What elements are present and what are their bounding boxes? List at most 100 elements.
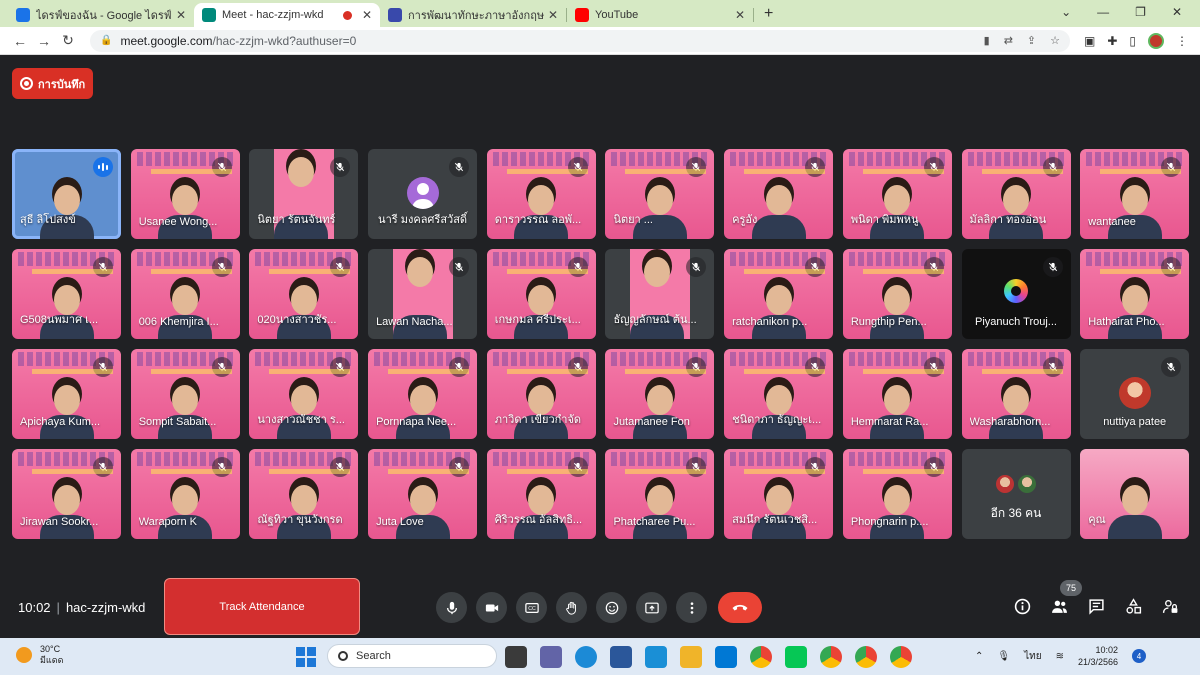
translate-icon[interactable]: ⇄ [1004,34,1013,47]
word-icon[interactable] [610,646,632,668]
participant-tile[interactable]: นารี มงคลศรีสวัสดิ์ [368,149,478,239]
emoji-button[interactable] [596,592,627,623]
new-tab-button[interactable]: + [754,5,783,27]
minimize-button[interactable]: — [1097,5,1109,19]
participant-tile[interactable]: พนิดา พิมพหนู [842,149,952,239]
leave-call-button[interactable] [718,592,762,623]
participant-tile[interactable]: Pornnapa Nee... [368,349,478,439]
taskbar-clock[interactable]: 10:02 21/3/2566 [1078,644,1118,668]
participant-tile[interactable]: อีก 36 คน [961,449,1071,539]
participant-tile[interactable]: ธัญญลักษณ์ ต้น... [605,249,715,339]
extension-icon[interactable]: ▣ [1084,34,1095,48]
participant-tile[interactable]: ภาวิดา เขียวกำจัด [486,349,596,439]
participant-tile[interactable]: ณัฐทิวา ขุนวังกรด [249,449,359,539]
close-tab-icon[interactable]: ✕ [362,8,372,22]
taskbar-search[interactable]: Search [327,644,497,668]
raise-hand-button[interactable] [556,592,587,623]
tab-search-icon[interactable]: ⌄ [1061,5,1071,19]
participant-tile[interactable]: Juta Love [368,449,478,539]
chat-button[interactable] [1086,596,1107,617]
browser-tab[interactable]: การพัฒนาทักษะภาษาอังกฤษ English ✕ [380,3,566,27]
browser-tab[interactable]: ไดรฟ์ของฉัน - Google ไดรฟ์ ✕ [8,3,194,27]
host-controls-button[interactable] [1160,596,1181,617]
present-screen-button[interactable] [636,592,667,623]
notification-badge[interactable]: 4 [1132,649,1147,663]
participant-tile[interactable]: Phongnarin p.... [842,449,952,539]
browser-tab[interactable]: Meet - hac-zzjm-wkd ✕ [194,3,380,27]
participant-tile[interactable]: Waraporn K [130,449,240,539]
l-app-icon[interactable] [645,646,667,668]
participant-tile[interactable]: คุณ [1080,449,1190,539]
participant-tile[interactable]: เกษกมล ศรีประเ... [486,249,596,339]
show-hidden-icons-icon[interactable]: ⌃ [975,651,983,662]
edge-icon[interactable] [575,646,597,668]
teams-icon[interactable] [540,646,562,668]
chrome-icon[interactable] [750,646,772,668]
file-explorer-icon[interactable] [680,646,702,668]
participant-tile[interactable]: สุธี ลิโปสงข์ [12,149,121,239]
participant-tile[interactable]: ดาราวรรณ ลอพั... [486,149,596,239]
wifi-icon[interactable]: ≋ [1056,651,1064,662]
participant-tile[interactable]: 006 Khemjira I... [130,249,240,339]
microphone-tray-icon[interactable]: 🎙 [997,651,1010,662]
participant-tile[interactable]: Phatcharee Pu... [605,449,715,539]
side-panel-icon[interactable]: ▯ [1129,34,1136,48]
chrome-profile-2-icon[interactable] [820,646,842,668]
browser-tab[interactable]: YouTube ✕ [567,3,753,27]
participant-tile[interactable]: สมนึก รัตนเวชสิ... [724,449,834,539]
captions-button[interactable]: CC [516,592,547,623]
restore-button[interactable]: ❐ [1135,5,1146,19]
forward-button[interactable]: → [32,33,56,49]
share-icon[interactable]: ⇪ [1027,34,1036,47]
task-view-icon[interactable] [505,646,527,668]
participant-tile[interactable]: Rungthip Pen... [842,249,952,339]
participant-tile[interactable]: Jutamanee Fon [605,349,715,439]
people-button[interactable] [1049,596,1070,617]
close-window-button[interactable]: ✕ [1172,5,1182,19]
participant-tile[interactable]: Piyanuch Trouj... [961,249,1071,339]
menu-kebab-icon[interactable]: ⋮ [1176,34,1188,48]
participant-tile[interactable]: 020นางสาวชัร... [249,249,359,339]
participant-tile[interactable]: Washarabhorn... [961,349,1071,439]
mail-icon[interactable] [715,646,737,668]
more-options-button[interactable] [676,592,707,623]
participant-tile[interactable]: Jirawan Sookr... [12,449,121,539]
participant-tile[interactable]: Apichaya Kum... [12,349,121,439]
close-tab-icon[interactable]: ✕ [735,8,745,22]
chrome-profile-4-icon[interactable] [890,646,912,668]
back-button[interactable]: ← [8,33,32,49]
chrome-profile-3-icon[interactable] [855,646,877,668]
participant-tile[interactable]: ชนิดาภา ธัญญะเ... [724,349,834,439]
close-tab-icon[interactable]: ✕ [176,8,186,22]
participant-tile[interactable]: นิตยา ... [605,149,715,239]
language-indicator[interactable]: ไทย [1024,649,1041,664]
start-button[interactable] [296,647,316,667]
participant-tile[interactable]: Sompit Sabait... [130,349,240,439]
bookmark-star-icon[interactable]: ☆ [1050,34,1060,47]
participant-tile[interactable]: นิตยา รัตนจันทร์ [249,149,359,239]
participant-tile[interactable]: Hemmarat Ra... [842,349,952,439]
recording-badge[interactable]: การบันทึก [12,68,93,99]
reload-button[interactable]: ↻ [56,32,80,49]
camera-in-use-icon[interactable]: ▮ [984,34,990,47]
participant-tile[interactable]: ratchanikon p... [724,249,834,339]
track-attendance-button[interactable]: Track Attendance [164,578,360,635]
participant-tile[interactable]: มัลลิกา ทองอ่อน [961,149,1071,239]
participant-tile[interactable]: G508นพมาศ เ... [12,249,121,339]
extensions-puzzle-icon[interactable]: ✚ [1107,34,1117,48]
microphone-button[interactable] [436,592,467,623]
weather-widget[interactable]: 30°C มีแดด [16,644,63,666]
participant-tile[interactable]: nuttiya patee [1080,349,1190,439]
profile-avatar[interactable] [1148,32,1165,49]
participant-tile[interactable]: ศิริวรรณ อัลสิทธิ... [486,449,596,539]
participant-tile[interactable]: นางสาวณัชชา ร... [249,349,359,439]
camera-button[interactable] [476,592,507,623]
line-icon[interactable] [785,646,807,668]
participant-tile[interactable]: ครูอัง [724,149,834,239]
close-tab-icon[interactable]: ✕ [548,8,558,22]
address-bar[interactable]: 🔒 meet.google.com /hac-zzjm-wkd?authuser… [90,29,1070,52]
participant-tile[interactable]: Hathairat Pho... [1080,249,1190,339]
meeting-details-button[interactable] [1012,596,1033,617]
activities-button[interactable] [1123,596,1144,617]
participant-tile[interactable]: Lawan Nacha... [368,249,478,339]
